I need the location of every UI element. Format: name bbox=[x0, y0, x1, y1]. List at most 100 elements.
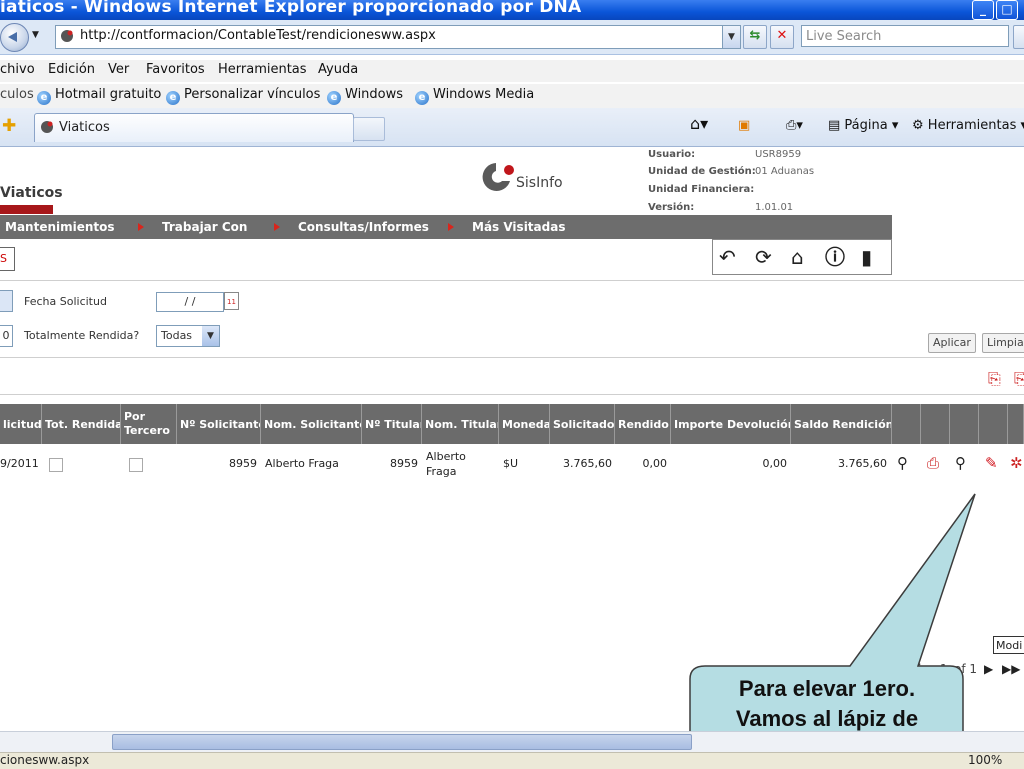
scrollbar-thumb[interactable] bbox=[112, 734, 692, 750]
last-page-icon[interactable]: ▶▶ bbox=[1002, 662, 1020, 676]
tab-row: ✚ Viaticos ⌂▾ ▣ ⎙▾ ▤ Página ▾ ⚙ Herramie… bbox=[0, 108, 1024, 147]
link-windows[interactable]: e Windows bbox=[327, 87, 403, 105]
rendida-select[interactable]: Todas ▼ bbox=[156, 325, 220, 347]
nav-mas-visitadas[interactable]: Más Visitadas bbox=[472, 220, 565, 234]
nav-trabajar-con[interactable]: Trabajar Con bbox=[162, 220, 247, 234]
nav-consultas[interactable]: Consultas/Informes bbox=[298, 220, 429, 234]
pdf-export-icon[interactable]: ⎘ bbox=[988, 369, 1001, 389]
link-hotmail[interactable]: e Hotmail gratuito bbox=[37, 87, 161, 105]
nav-mantenimientos[interactable]: Mantenimientos bbox=[5, 220, 115, 234]
info-icon[interactable]: ⓘ bbox=[825, 246, 845, 268]
col-moneda[interactable]: Moneda bbox=[499, 404, 550, 444]
tooltip: Modi bbox=[993, 636, 1024, 654]
nav-arrow-icon bbox=[138, 223, 144, 231]
col-n-titular[interactable]: Nº Titular bbox=[362, 404, 422, 444]
app-title: Viaticos bbox=[0, 185, 63, 201]
zoom-level[interactable]: 100% bbox=[968, 753, 1002, 767]
apply-button[interactable]: Aplicar bbox=[928, 333, 976, 353]
col-action bbox=[950, 404, 979, 444]
refresh-icon[interactable]: ⟳ bbox=[755, 246, 772, 268]
ie-icon: e bbox=[327, 91, 341, 105]
menu-bar: chivo Edición Ver Favoritos Herramientas… bbox=[0, 60, 1024, 82]
col-action bbox=[979, 404, 1008, 444]
menu-herramientas[interactable]: Herramientas bbox=[218, 62, 307, 77]
col-por-tercero[interactable]: Por Tercero bbox=[121, 404, 177, 444]
col-fecha[interactable]: licitud bbox=[0, 404, 42, 444]
section-tab[interactable]: S bbox=[0, 247, 15, 271]
menu-ver[interactable]: Ver bbox=[108, 62, 129, 77]
fecha-input[interactable]: / / bbox=[156, 292, 224, 312]
address-toolbar: ▼ http://contformacion/ContableTest/rend… bbox=[0, 20, 1024, 55]
nav-arrow-icon bbox=[274, 223, 280, 231]
exit-door-icon[interactable]: ▮ bbox=[861, 246, 872, 268]
col-tot-rendida[interactable]: Tot. Rendida bbox=[42, 404, 121, 444]
next-page-icon[interactable]: ▶ bbox=[984, 662, 993, 676]
action-icon[interactable]: ✲ bbox=[1010, 454, 1023, 472]
history-dropdown-icon[interactable]: ▼ bbox=[32, 30, 39, 40]
col-rendido[interactable]: Rendido bbox=[615, 404, 671, 444]
ie-icon: e bbox=[415, 91, 429, 105]
maximize-button[interactable]: □ bbox=[996, 0, 1018, 20]
link-windows-media[interactable]: e Windows Media bbox=[415, 87, 534, 105]
tab-label: Viaticos bbox=[59, 120, 110, 135]
col-importe-devolucion[interactable]: Importe Devolución bbox=[671, 404, 791, 444]
col-solicitado[interactable]: Solicitado bbox=[550, 404, 615, 444]
edit-pencil-icon[interactable]: ✎ bbox=[985, 454, 998, 472]
col-action bbox=[892, 404, 921, 444]
col-nom-titular[interactable]: Nom. Titular bbox=[422, 404, 499, 444]
callout-line: Vamos al lápiz de bbox=[735, 706, 919, 731]
filter-prefix-2[interactable]: 0 bbox=[0, 325, 13, 347]
search-input[interactable]: Live Search bbox=[801, 25, 1009, 47]
tab-favicon-icon bbox=[41, 121, 53, 133]
col-action bbox=[921, 404, 950, 444]
back-button[interactable] bbox=[0, 23, 29, 52]
address-dropdown-icon[interactable]: ▼ bbox=[722, 26, 740, 48]
window-title: iaticos - Windows Internet Explorer prop… bbox=[0, 0, 582, 17]
menu-edicion[interactable]: Edición bbox=[48, 62, 95, 77]
stop-button[interactable]: ✕ bbox=[770, 25, 794, 49]
address-url[interactable]: http://contformacion/ContableTest/rendic… bbox=[80, 28, 436, 43]
menu-favoritos[interactable]: Favoritos bbox=[146, 62, 205, 77]
clear-button[interactable]: Limpiar bbox=[982, 333, 1024, 353]
por-tercero-checkbox[interactable] bbox=[129, 458, 143, 472]
menu-ayuda[interactable]: Ayuda bbox=[318, 62, 358, 77]
link-personalizar[interactable]: e Personalizar vínculos bbox=[166, 87, 320, 105]
home-icon[interactable]: ⌂▾ bbox=[690, 114, 708, 133]
magnifier-icon[interactable]: ⚲ bbox=[955, 454, 966, 472]
info-label: Unidad de Gestión: bbox=[648, 166, 756, 177]
divider bbox=[0, 357, 1024, 358]
excel-export-icon[interactable]: ⎘ bbox=[1014, 369, 1024, 389]
print-icon[interactable]: ⎙▾ bbox=[786, 118, 803, 133]
info-value: 01 Aduanas bbox=[755, 166, 815, 177]
back-arrow-icon[interactable]: ↶ bbox=[719, 246, 736, 268]
tools-menu[interactable]: ⚙ Herramientas ▾ bbox=[912, 118, 1024, 133]
horizontal-scrollbar[interactable] bbox=[0, 731, 1024, 752]
address-bar[interactable]: http://contformacion/ContableTest/rendic… bbox=[55, 25, 741, 49]
cell-importe-devolucion: 0,00 bbox=[762, 457, 788, 470]
pdf-icon[interactable]: ⎙ bbox=[927, 454, 939, 472]
info-label: Versión: bbox=[648, 202, 695, 213]
filter-prefix-1[interactable] bbox=[0, 290, 13, 312]
refresh-button[interactable]: ⇆ bbox=[743, 25, 767, 49]
favorites-star-icon[interactable]: ✚ bbox=[2, 116, 16, 136]
home-icon[interactable]: ⌂ bbox=[791, 246, 804, 268]
magnifier-icon[interactable]: ⚲ bbox=[897, 454, 908, 472]
menu-archivo[interactable]: chivo bbox=[0, 62, 35, 77]
search-go-icon[interactable] bbox=[1013, 25, 1024, 49]
chevron-down-icon[interactable]: ▼ bbox=[202, 326, 219, 346]
logo-text: SisInfo bbox=[516, 175, 563, 191]
info-label: Usuario: bbox=[648, 149, 696, 160]
page-menu[interactable]: ▤ Página ▾ bbox=[828, 118, 898, 133]
minimize-button[interactable]: _ bbox=[972, 0, 994, 20]
new-tab-button[interactable] bbox=[353, 117, 385, 141]
main-nav: Mantenimientos Trabajar Con Consultas/In… bbox=[0, 215, 892, 239]
tab-viaticos[interactable]: Viaticos bbox=[34, 113, 354, 142]
nav-arrow-icon bbox=[448, 223, 454, 231]
calendar-icon[interactable]: 11 bbox=[224, 292, 239, 310]
feeds-icon[interactable]: ▣ bbox=[738, 118, 750, 133]
links-bar: culos e Hotmail gratuito e Personalizar ví… bbox=[0, 84, 1024, 109]
col-nom-solicitante[interactable]: Nom. Solicitante bbox=[261, 404, 362, 444]
col-n-solicitante[interactable]: Nº Solicitante bbox=[177, 404, 261, 444]
col-saldo-rendicion[interactable]: Saldo Rendición bbox=[791, 404, 892, 444]
tot-rendida-checkbox[interactable] bbox=[49, 458, 63, 472]
